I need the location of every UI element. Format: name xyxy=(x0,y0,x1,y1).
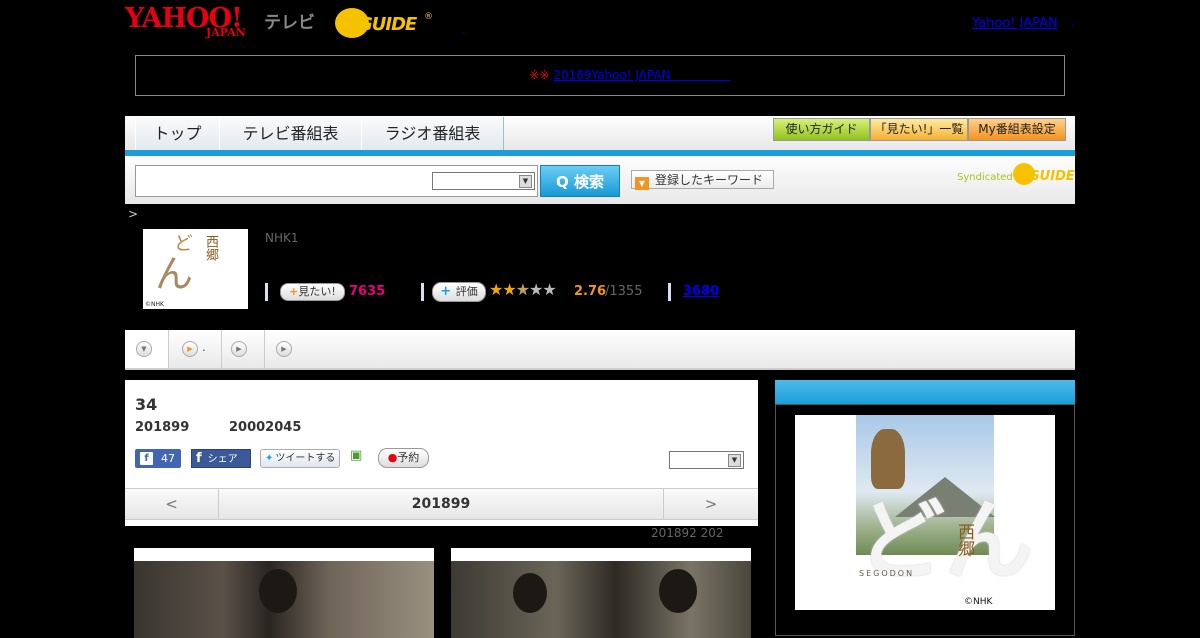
play-icon: ▶ xyxy=(276,341,292,357)
registered-keywords-label: 登録したキーワード xyxy=(655,173,764,187)
syndicated-guide-text: GUIDE xyxy=(1029,169,1075,184)
scene-figure xyxy=(259,569,297,613)
g-guide-logo-text[interactable]: GUIDE xyxy=(358,14,417,35)
twitter-bird-icon: ✦ xyxy=(265,453,274,464)
poster-figure xyxy=(871,429,905,489)
facebook-share-button[interactable]: f シェア xyxy=(191,449,251,468)
subtab-play-3[interactable]: ▶ xyxy=(265,330,305,368)
chevron-down-icon: ▼ xyxy=(519,175,532,188)
episode-title: 34 xyxy=(135,395,158,414)
tab-radio-schedule[interactable]: ラジオ番組表 xyxy=(361,117,504,150)
registered-keywords-button[interactable]: ▼ 登録したキーワード xyxy=(631,170,774,190)
mitai-list-button[interactable]: 「見たい!」一覧 xyxy=(870,118,968,141)
rate-button[interactable]: + 評価 xyxy=(432,282,486,302)
facebook-like-button[interactable]: f 47 xyxy=(135,449,181,468)
thumbnail-saigo-text: 西郷 xyxy=(203,235,218,261)
triangle-down-icon: ▼ xyxy=(635,177,649,190)
facebook-like-count: 47 xyxy=(161,452,175,465)
scene-image-2[interactable] xyxy=(451,548,751,638)
thumbnail-credit: ©NHK xyxy=(145,301,164,308)
mitai-count: 7635 xyxy=(349,284,386,299)
star-icon: ★ xyxy=(502,280,516,299)
play-icon: ▶ xyxy=(182,341,198,357)
episode-time: 20002045 xyxy=(229,420,302,435)
program-thumbnail[interactable]: ん ど 西郷 ©NHK xyxy=(143,229,248,309)
star-icon: ★ xyxy=(489,280,503,299)
divider xyxy=(668,283,671,301)
chevron-down-icon: ▼ xyxy=(728,454,741,467)
reserve-label: 予約 xyxy=(397,451,420,464)
scene-image xyxy=(451,561,751,638)
pager-date: 201899 xyxy=(411,496,471,512)
mitai-button[interactable]: +見たい! xyxy=(280,283,345,301)
yahoo-japan-link[interactable]: Yahoo! JAPAN xyxy=(972,16,1058,31)
plus-icon: + xyxy=(289,285,299,298)
episode-date: 201899 xyxy=(135,420,190,435)
calendar-add-icon[interactable]: ▣ xyxy=(350,448,366,464)
scene-figure xyxy=(659,569,697,613)
header-dot-link[interactable]: . xyxy=(462,23,466,36)
star-rating: ★★★★★ xyxy=(489,280,557,299)
poster-saigo-text: 西郷 xyxy=(954,523,974,557)
reviews-link[interactable]: 3680 xyxy=(683,284,719,299)
yahoo-japan-dot[interactable]: . xyxy=(1071,16,1075,29)
poster-credit: ©NHK xyxy=(964,597,993,607)
my-schedule-settings-button[interactable]: My番組表設定 xyxy=(968,118,1066,141)
side-panel-header xyxy=(775,380,1075,404)
notice-link[interactable]: 20189Yahoo! JAPAN xyxy=(553,68,730,82)
thumbnail-do-glyph: ど xyxy=(171,233,193,252)
registered-mark: ® xyxy=(424,12,433,22)
subtab-label: . xyxy=(202,341,206,354)
notice-mark: ※※ xyxy=(529,68,554,82)
episode-select[interactable]: ▼ xyxy=(669,451,744,469)
star-empty-icon: ★ xyxy=(529,280,543,299)
star-empty-icon: ★ xyxy=(542,280,556,299)
pager-prev-button[interactable]: < xyxy=(125,489,219,519)
tiny-dates: 201892 202 xyxy=(651,526,724,540)
subtab-play-2[interactable]: ▶ xyxy=(222,330,265,368)
divider xyxy=(265,283,268,301)
tv-logo-text[interactable]: テレビ xyxy=(264,8,315,33)
tab-top[interactable]: トップ xyxy=(135,117,220,150)
usage-guide-button[interactable]: 使い方ガイド xyxy=(773,118,870,141)
tweet-button[interactable]: ✦ ツイートする xyxy=(260,449,340,468)
search-button[interactable]: Q 検索 xyxy=(540,165,620,197)
scene-image xyxy=(134,561,434,638)
facebook-share-label: シェア xyxy=(207,454,238,465)
breadcrumb[interactable]: > xyxy=(128,207,138,221)
rating-value: 2.76 xyxy=(574,284,607,299)
rating-total: /1355 xyxy=(605,284,643,299)
scene-figure xyxy=(513,573,547,613)
program-poster[interactable]: どん 西郷 SEGODON ©NHK xyxy=(795,415,1055,610)
play-icon: ▶ xyxy=(231,341,247,357)
tweet-label: ツイートする xyxy=(275,453,336,464)
reserve-button[interactable]: ●予約 xyxy=(378,448,429,468)
syndicated-label: Syndicated xyxy=(957,172,1013,183)
plus-icon: + xyxy=(440,284,456,299)
search-category-select[interactable]: ▼ xyxy=(432,172,535,190)
pager-next-button[interactable]: > xyxy=(663,489,758,519)
chevron-down-icon: ▼ xyxy=(136,341,152,357)
rate-button-label: 評価 xyxy=(455,285,478,298)
tab-tv-schedule[interactable]: テレビ番組表 xyxy=(219,117,362,150)
yahoo-japan-logo-text: JAPAN xyxy=(206,26,246,39)
subtab-menu[interactable]: ▼ xyxy=(125,330,169,368)
subtab-play-1[interactable]: ▶ . xyxy=(169,330,222,368)
scene-image-1[interactable] xyxy=(134,548,434,638)
record-dot-icon: ● xyxy=(387,451,398,464)
star-half-icon: ★ xyxy=(515,280,530,299)
facebook-icon: f xyxy=(196,451,202,466)
channel-name[interactable]: NHK1 xyxy=(265,231,299,245)
divider xyxy=(421,283,424,301)
mitai-button-label: 見たい! xyxy=(298,285,336,298)
poster-segodon-text: SEGODON xyxy=(859,569,915,578)
facebook-icon: f xyxy=(140,452,153,465)
notice-box: ※※ 20189Yahoo! JAPAN xyxy=(135,55,1065,96)
